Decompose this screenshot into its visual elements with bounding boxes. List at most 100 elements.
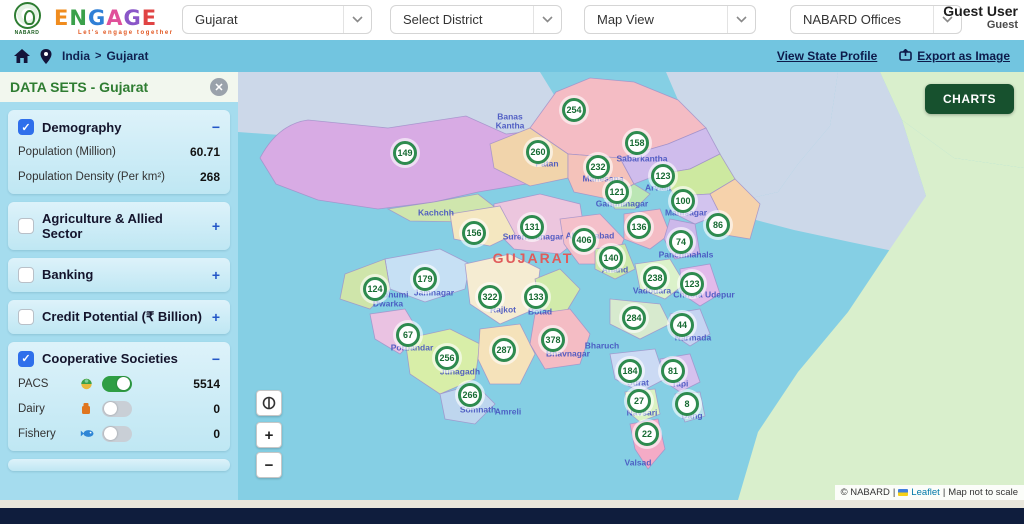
dairy-toggle[interactable]: [102, 401, 132, 417]
district-marker-chhota-udepur[interactable]: 123: [680, 272, 704, 296]
home-icon[interactable]: [14, 49, 30, 63]
close-icon[interactable]: ✕: [210, 78, 228, 96]
district-marker-sabarkantha[interactable]: 158: [625, 131, 649, 155]
district-marker-mahesana[interactable]: 232: [586, 155, 610, 179]
district-marker-value: 140: [603, 253, 618, 263]
district-marker-mahisagar[interactable]: 100: [671, 189, 695, 213]
district-marker-ahmedabad[interactable]: 406: [572, 228, 596, 252]
section-header[interactable]: Agriculture & Allied Sector+: [18, 211, 220, 241]
district-marker-bhavnagar[interactable]: 378: [541, 328, 565, 352]
district-marker-surendranagar[interactable]: 131: [520, 215, 544, 239]
attribution-separator: |: [893, 487, 895, 498]
state-name-label: GUJARAT: [493, 250, 574, 266]
view-dropdown[interactable]: Map View: [584, 5, 756, 34]
section-checkbox[interactable]: ✓: [18, 119, 34, 135]
user-menu[interactable]: Guest User Guest: [943, 3, 1018, 32]
toggle-row-label: Fishery: [18, 428, 80, 440]
district-dropdown[interactable]: Select District: [390, 5, 562, 34]
chevron-down-icon: [533, 6, 553, 33]
toggle-knob: [117, 377, 130, 390]
section-checkbox[interactable]: [18, 309, 34, 325]
district-marker-value: 406: [576, 235, 591, 245]
zoom-in-button[interactable]: +: [256, 422, 282, 448]
district-marker-amreli[interactable]: 287: [492, 338, 516, 362]
breadcrumb-home[interactable]: India: [62, 49, 90, 63]
state-dropdown[interactable]: Gujarat: [182, 5, 372, 34]
expand-icon[interactable]: +: [212, 310, 220, 324]
offices-dropdown-value: NABARD Offices: [803, 12, 901, 27]
district-marker-surat[interactable]: 184: [618, 359, 642, 383]
pacs-icon: [80, 377, 98, 390]
sidebar-sections: ✓Demography−Population (Million)60.71Pop…: [0, 102, 238, 500]
leaflet-link[interactable]: Leaflet: [911, 487, 940, 498]
collapse-icon[interactable]: −: [212, 120, 220, 134]
toggle-row-value: 0: [213, 427, 220, 441]
district-marker-value: 149: [397, 148, 412, 158]
district-marker-gir-somnath[interactable]: 266: [458, 383, 482, 407]
district-marker-value: 184: [622, 366, 637, 376]
section-header[interactable]: Banking+: [18, 267, 220, 283]
section-header[interactable]: ✓ Cooperative Societies −: [18, 351, 220, 367]
district-marker-value: 256: [439, 353, 454, 363]
district-marker-valsad[interactable]: 22: [635, 422, 659, 446]
district-marker-junagadh[interactable]: 256: [435, 346, 459, 370]
view-dropdown-value: Map View: [597, 12, 654, 27]
district-marker-devbhumi-dwarka[interactable]: 124: [363, 277, 387, 301]
district-marker-narmada[interactable]: 44: [670, 313, 694, 337]
breadcrumb-bar: India > Gujarat View State Profile Expor…: [0, 40, 1024, 72]
map-canvas[interactable]: Banas KanthaPatanMahesanaSabarkanthaArva…: [238, 72, 1024, 500]
expand-icon[interactable]: +: [212, 268, 220, 282]
engage-app: NABARD ENGAGE Let's engage together Guja…: [0, 0, 1024, 524]
collapse-icon[interactable]: −: [212, 352, 220, 366]
district-marker-aravalli[interactable]: 123: [651, 164, 675, 188]
section-checkbox[interactable]: [18, 267, 34, 283]
zoom-out-button[interactable]: −: [256, 452, 282, 478]
offices-dropdown[interactable]: NABARD Offices: [790, 5, 962, 34]
district-marker-rajkot[interactable]: 322: [478, 285, 502, 309]
toggle-row: PACS5514: [18, 376, 220, 392]
district-label: Banas Kantha: [496, 113, 525, 132]
expand-icon[interactable]: +: [212, 219, 220, 233]
fishery-toggle[interactable]: [102, 426, 132, 442]
export-image-link[interactable]: Export as Image: [899, 49, 1010, 64]
district-marker-banas-kantha[interactable]: 254: [562, 98, 586, 122]
district-label: Sabarkantha: [616, 154, 667, 163]
district-marker-tapi[interactable]: 81: [661, 359, 685, 383]
top-header: NABARD ENGAGE Let's engage together Guja…: [0, 0, 1024, 40]
district-marker-kheda[interactable]: 136: [627, 215, 651, 239]
district-marker-panch-mahals[interactable]: 74: [669, 230, 693, 254]
district-marker-jamnagar[interactable]: 179: [413, 267, 437, 291]
section-header[interactable]: Credit Potential (₹ Billion)+: [18, 309, 220, 325]
sidebar-section-banking: Banking+: [8, 258, 230, 292]
section-label: Cooperative Societies: [42, 351, 178, 366]
district-marker-gandhinagar[interactable]: 121: [605, 180, 629, 204]
district-marker-patan[interactable]: 260: [526, 140, 550, 164]
brand-block: NABARD ENGAGE Let's engage together: [10, 2, 174, 36]
district-marker-value: 100: [675, 196, 690, 206]
breadcrumb-actions: View State Profile Export as Image: [777, 49, 1010, 64]
district-marker-vadodara[interactable]: 238: [643, 266, 667, 290]
district-marker-navsari[interactable]: 27: [627, 389, 651, 413]
attribution-separator: |: [943, 487, 945, 498]
sidebar-section-demography: ✓Demography−Population (Million)60.71Pop…: [8, 110, 230, 194]
district-marker-value: 123: [655, 171, 670, 181]
district-marker-porbandar[interactable]: 67: [396, 323, 420, 347]
pacs-toggle[interactable]: [102, 376, 132, 392]
district-marker-botad[interactable]: 133: [524, 285, 548, 309]
district-marker-bharuch[interactable]: 284: [622, 306, 646, 330]
district-marker-value: 81: [668, 366, 678, 376]
view-state-profile-link[interactable]: View State Profile: [777, 49, 877, 63]
charts-button[interactable]: CHARTS: [925, 84, 1014, 114]
section-checkbox[interactable]: [18, 218, 34, 234]
map-reset-button[interactable]: [256, 390, 282, 416]
user-role: Guest: [943, 19, 1018, 32]
nabard-logo-label: NABARD: [10, 30, 44, 36]
district-marker-value: 123: [684, 279, 699, 289]
district-marker-dahod[interactable]: 86: [706, 213, 730, 237]
section-checkbox[interactable]: ✓: [18, 351, 34, 367]
district-marker-kachchh[interactable]: 149: [393, 141, 417, 165]
section-header[interactable]: ✓Demography−: [18, 119, 220, 135]
district-marker-anand[interactable]: 140: [599, 246, 623, 270]
district-marker-dang[interactable]: 8: [675, 392, 699, 416]
district-marker-morbi[interactable]: 156: [462, 221, 486, 245]
